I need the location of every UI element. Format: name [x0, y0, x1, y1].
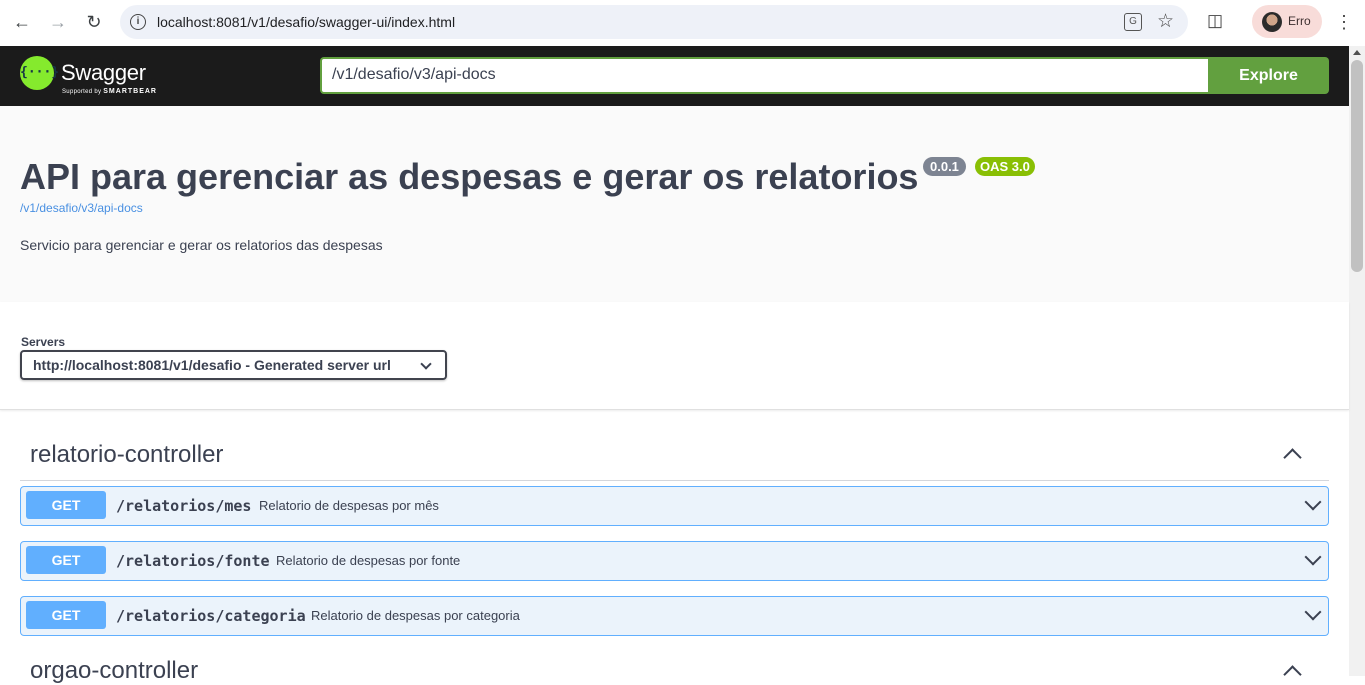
scroll-thumb[interactable] — [1351, 60, 1363, 272]
api-description: Servicio para gerenciar e gerar os relat… — [20, 237, 383, 253]
method-badge: GET — [26, 491, 106, 519]
operation-summary: Relatorio de despesas por fonte — [276, 553, 461, 568]
operation-summary: Relatorio de despesas por categoria — [311, 608, 520, 623]
profile-button[interactable]: Erro — [1252, 5, 1322, 38]
translate-icon[interactable]: G — [1124, 13, 1142, 31]
extensions-icon[interactable]: ◫ — [1204, 11, 1226, 33]
profile-label: Erro — [1288, 14, 1311, 28]
address-bar[interactable]: i localhost:8081/v1/desafio/swagger-ui/i… — [120, 5, 1188, 39]
chevron-down-icon[interactable] — [1304, 548, 1322, 566]
operation-path: /relatorios/categoria — [116, 607, 306, 625]
spec-url-input[interactable]: /v1/desafio/v3/api-docs — [320, 57, 1210, 94]
logo-sub-prefix: Supported by — [62, 89, 102, 95]
chevron-down-icon[interactable] — [1304, 493, 1322, 511]
reload-icon[interactable]: ↻ — [82, 10, 106, 34]
back-arrow-icon[interactable]: ← — [10, 10, 34, 34]
page-scrollbar[interactable] — [1349, 46, 1365, 676]
menu-kebab-icon[interactable]: ⋮ — [1334, 11, 1354, 33]
tag-header-relatorio-controller[interactable]: relatorio-controller — [20, 428, 1329, 481]
oas-badge: OAS 3.0 — [975, 157, 1035, 176]
chevron-down-icon[interactable] — [1304, 603, 1322, 621]
explore-button[interactable]: Explore — [1208, 57, 1329, 94]
tag-name[interactable]: relatorio-controller — [30, 441, 223, 469]
api-info: API para gerenciar as despesas e gerar o… — [0, 106, 1349, 302]
tag-header-orgao-controller[interactable]: orgao-controller — [30, 657, 198, 685]
servers-selected-value: http://localhost:8081/v1/desafio - Gener… — [33, 357, 391, 373]
swagger-topbar: {···} Swagger Supported by SMARTBEAR /v1… — [0, 46, 1349, 106]
servers-section: Servers http://localhost:8081/v1/desafio… — [0, 302, 1349, 410]
operation-get-relatorios-mes[interactable]: GET /relatorios/mes Relatorio de despesa… — [20, 486, 1329, 526]
swagger-logo-icon[interactable]: {···} — [20, 56, 59, 90]
swagger-logo-text[interactable]: Swagger — [61, 60, 146, 86]
api-docs-link[interactable]: /v1/desafio/v3/api-docs — [20, 201, 143, 215]
servers-label: Servers — [21, 335, 66, 349]
scroll-up-arrow-icon[interactable] — [1353, 50, 1361, 55]
method-badge: GET — [26, 601, 106, 629]
chevron-up-icon[interactable] — [1283, 448, 1302, 467]
bookmark-star-icon[interactable]: ☆ — [1157, 10, 1174, 33]
operation-path: /relatorios/fonte — [116, 552, 270, 570]
operation-path: /relatorios/mes — [116, 497, 252, 515]
address-url[interactable]: localhost:8081/v1/desafio/swagger-ui/ind… — [157, 14, 455, 30]
avatar — [1262, 12, 1282, 32]
chevron-down-icon — [420, 358, 432, 370]
logo-sub-brand: SMARTBEAR — [103, 88, 157, 95]
operation-summary: Relatorio de despesas por mês — [259, 498, 439, 513]
servers-select[interactable]: http://localhost:8081/v1/desafio - Gener… — [20, 350, 447, 380]
swagger-logo-subtitle: Supported by SMARTBEAR — [62, 88, 157, 95]
chevron-up-icon[interactable] — [1283, 665, 1302, 684]
method-badge: GET — [26, 546, 106, 574]
page-title: API para gerenciar as despesas e gerar o… — [20, 156, 919, 197]
site-info-icon[interactable]: i — [130, 14, 146, 30]
version-badge: 0.0.1 — [923, 157, 966, 176]
browser-toolbar: ← → ↻ i localhost:8081/v1/desafio/swagge… — [0, 0, 1365, 46]
forward-arrow-icon[interactable]: → — [46, 10, 70, 34]
operation-get-relatorios-categoria[interactable]: GET /relatorios/categoria Relatorio de d… — [20, 596, 1329, 636]
operation-get-relatorios-fonte[interactable]: GET /relatorios/fonte Relatorio de despe… — [20, 541, 1329, 581]
